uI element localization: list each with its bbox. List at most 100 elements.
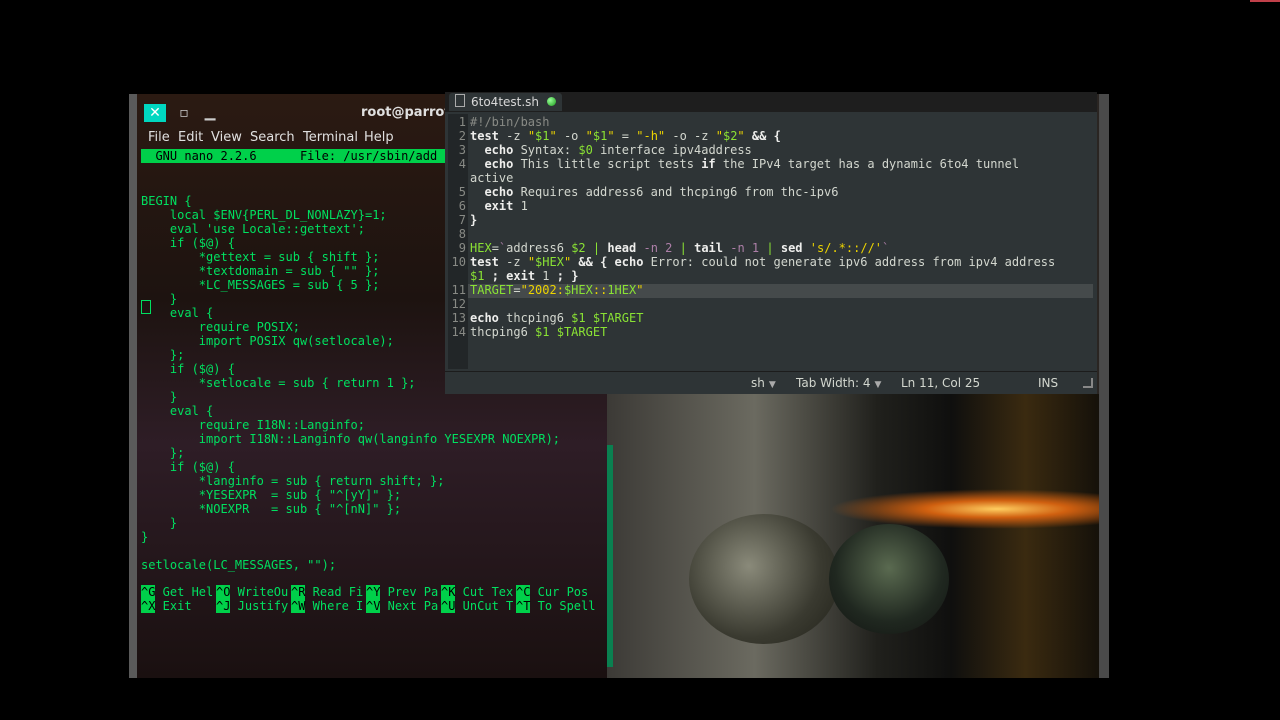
menu-view[interactable]: View [211,129,242,147]
code-line: TARGET="2002:$HEX::1HEX" [470,283,644,297]
restore-icon[interactable]: ▫ [173,104,195,122]
line-number: 12 [451,297,466,311]
menu-file[interactable]: File [148,129,170,147]
code-line: #!/bin/bash [470,115,550,129]
line-number: 2 [458,129,466,143]
insert-mode: INS [1038,376,1059,390]
language-label: sh [751,376,765,390]
line-number-gutter: 1 2 3 4 5 6 7 8 9 10 11 12 13 14 [448,114,468,369]
wallpaper-gasmask-filter [829,524,949,634]
nano-code-line: } [141,390,178,404]
code-line: echo Requires address6 and thcping6 from… [484,185,839,199]
language-selector[interactable]: sh ▼ [751,376,776,390]
gedit-statusbar: sh ▼ Tab Width: 4 ▼ Ln 11, Col 25 INS [445,371,1097,394]
nano-shortcut: ^R Read Fi [291,585,363,599]
nano-code-line: } [141,530,149,544]
nano-code-line: local $ENV{PERL_DL_NONLAZY}=1; [141,208,387,222]
nano-shortcut-key: ^R [291,585,306,599]
screen-corner-accent [1250,0,1280,2]
tab-6to4test[interactable]: 6to4test.sh [449,93,563,111]
code-line: echo This little script tests if the IPv… [484,157,1020,171]
nano-shortcut-key: ^X [141,599,156,613]
nano-shortcut: ^X Exit [141,599,213,613]
nano-shortcut-key: ^Y [366,585,381,599]
nano-shortcut: ^U UnCut T [441,599,513,613]
line-number: 13 [451,311,466,325]
nano-code-line: *langinfo = sub { return shift; }; [141,474,445,488]
chevron-down-icon: ▼ [768,380,776,390]
resize-grip-icon[interactable] [1083,378,1093,388]
nano-shortcut: ^G Get Hel [141,585,213,599]
menu-help[interactable]: Help [364,129,394,147]
nano-code-line: import POSIX qw(setlocale); [141,334,394,348]
terminal-scrollbar[interactable] [607,445,613,667]
nano-cursor [141,300,151,314]
minimize-icon[interactable]: ▁ [199,104,221,122]
nano-code-line: BEGIN { [141,194,192,208]
nano-code-line: eval 'use Locale::gettext'; [141,222,365,236]
nano-shortcut: ^W Where I [291,599,363,613]
nano-code-line: require I18N::Langinfo; [141,418,365,432]
nano-shortcut-key: ^W [291,599,306,613]
nano-shortcut-key: ^U [441,599,456,613]
nano-code-line: *setlocale = sub { return 1 }; [141,376,416,390]
desktop-right-edge [1099,94,1109,678]
nano-code-line: if ($@) { [141,362,235,376]
code-line: HEX=`address6 $2 | head -n 2 | tail -n 1… [470,241,890,255]
nano-code-line: *LC_MESSAGES = sub { 5 }; [141,278,380,292]
document-icon [455,94,465,107]
nano-shortcut-label: Prev Pa [380,585,439,599]
nano-code-line: }; [141,446,185,460]
gedit-window[interactable]: 6to4test.sh 1 2 3 4 5 6 7 8 9 10 11 12 13 14 #!/bin/b… [445,92,1097,394]
gedit-tabbar: 6to4test.sh [445,92,1097,112]
tab-width-selector[interactable]: Tab Width: 4 ▼ [796,376,881,390]
nano-shortcut-key: ^G [141,585,156,599]
nano-shortcut-key: ^C [516,585,531,599]
nano-shortcut-label: Justify [230,599,289,613]
line-number: 1 [458,115,466,129]
nano-code-line: } [141,516,178,530]
line-number: 14 [451,325,466,339]
nano-shortcut-key: ^K [441,585,456,599]
menu-terminal[interactable]: Terminal [303,129,358,147]
menu-edit[interactable]: Edit [178,129,203,147]
nano-code-line: *textdomain = sub { "" }; [141,264,380,278]
line-number: 5 [458,185,466,199]
code-line: } [470,213,478,227]
wallpaper-gasmask [689,514,839,644]
nano-shortcut-label: Read Fi [305,585,364,599]
chevron-down-icon: ▼ [874,380,882,390]
nano-shortcut-key: ^J [216,599,231,613]
line-number: 11 [451,283,466,297]
nano-code-line: import I18N::Langinfo qw(langinfo YESEXP… [141,432,561,446]
tab-label: 6to4test.sh [471,95,540,109]
nano-shortcut-label: WriteOu [230,585,289,599]
nano-shortcut-key: ^O [216,585,231,599]
nano-code-line: eval { [141,306,214,320]
nano-code-line: }; [141,348,185,362]
nano-shortcut: ^C Cur Pos [516,585,588,599]
line-number: 6 [458,199,466,213]
line-number: 7 [458,213,466,227]
code-line: test -z "$HEX" && { echo Error: could no… [470,255,1056,269]
nano-shortcut: ^J Justify [216,599,288,613]
nano-shortcut: ^V Next Pa [366,599,438,613]
gedit-editor[interactable]: 1 2 3 4 5 6 7 8 9 10 11 12 13 14 #!/bin/bash test -z … [448,114,1093,369]
close-icon[interactable]: ✕ [144,104,166,122]
nano-shortcut-label: Where I [305,599,364,613]
code-line: echo Syntax: $0 interface ipv4address [484,143,752,157]
nano-code-line: require POSIX; [141,320,300,334]
tab-width-label: Tab Width: 4 [796,376,871,390]
code-line: exit 1 [484,199,528,213]
nano-code-line: if ($@) { [141,460,235,474]
line-number: 10 [451,255,466,269]
nano-shortcut-label: To Spell [530,599,596,613]
nano-code-line: *NOEXPR = sub { "^[nN]" }; [141,502,402,516]
menu-search[interactable]: Search [250,129,295,147]
nano-shortcut-label: UnCut T [455,599,514,613]
nano-code-line: if ($@) { [141,236,235,250]
nano-shortcut-label: Get Hel [155,585,214,599]
desktop-left-edge [129,94,137,678]
nano-shortcut-label: Exit [155,599,214,613]
code-line: $1 ; exit 1 ; } [470,269,579,283]
